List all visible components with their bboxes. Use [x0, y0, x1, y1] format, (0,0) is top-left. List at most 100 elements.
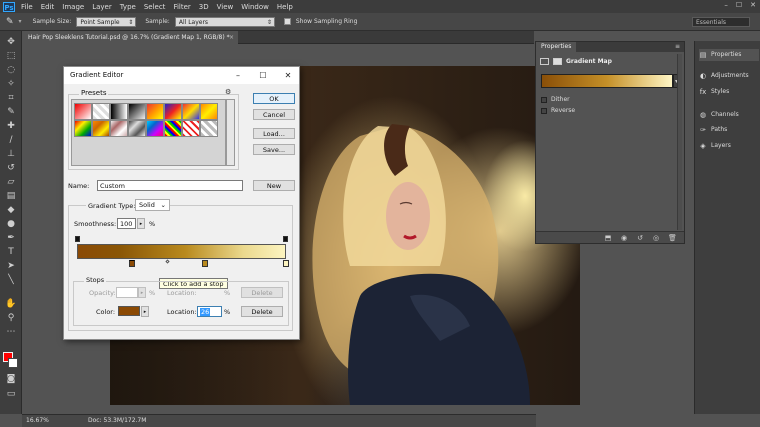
maximize-button[interactable]: ☐ [736, 1, 742, 9]
preset-swatch[interactable] [164, 120, 182, 137]
dither-option[interactable]: Dither [541, 96, 570, 103]
location-input[interactable]: 26 [197, 306, 222, 317]
preset-swatch[interactable] [146, 120, 164, 137]
presets-gear-icon[interactable]: ⚙ [225, 88, 231, 96]
menu-help[interactable]: Help [277, 3, 293, 11]
hand-tool-icon[interactable]: ✋ [5, 299, 17, 310]
screen-mode-icon[interactable]: ▭ [5, 389, 17, 400]
gradient-type-select[interactable]: Solid ⌄ [135, 199, 170, 211]
menu-image[interactable]: Image [62, 3, 84, 11]
reset-icon[interactable]: ↺ [636, 234, 644, 242]
new-button[interactable]: New [253, 180, 295, 191]
pen-tool-icon[interactable]: ✒ [5, 233, 17, 244]
preset-swatch[interactable] [110, 120, 128, 137]
move-tool-icon[interactable]: ✥ [5, 37, 17, 48]
more-tools-icon[interactable]: ⋯ [5, 327, 17, 338]
mask-icon[interactable] [553, 58, 562, 65]
marquee-tool-icon[interactable]: ⬚ [5, 51, 17, 62]
menu-type[interactable]: Type [120, 3, 136, 11]
quick-select-tool-icon[interactable]: ✧ [5, 79, 17, 90]
gradient-bar[interactable] [77, 244, 286, 259]
eyedropper-tool-icon[interactable]: ✎ [5, 107, 17, 118]
preset-swatch[interactable] [164, 103, 182, 120]
presets-scrollbar[interactable] [226, 99, 235, 166]
zoom-level[interactable]: 16.67% [26, 415, 49, 427]
delete-stop-button[interactable]: Delete [241, 306, 283, 317]
clip-to-layer-icon[interactable]: ⬒ [604, 234, 612, 242]
blur-tool-icon[interactable]: ◆ [5, 205, 17, 216]
menu-layer[interactable]: Layer [92, 3, 112, 11]
load-button[interactable]: Load... [253, 128, 295, 139]
zoom-tool-icon[interactable]: ⚲ [5, 313, 17, 324]
view-previous-icon[interactable]: ◉ [620, 234, 628, 242]
dock-styles[interactable]: fx Styles [699, 86, 759, 98]
tool-preset-arrow-icon[interactable]: ▾ [19, 18, 22, 25]
dock-channels[interactable]: ◍ Channels [699, 109, 759, 121]
visibility-icon[interactable]: ◎ [652, 234, 660, 242]
menu-edit[interactable]: Edit [41, 3, 55, 11]
show-sampling-ring-checkbox[interactable] [283, 18, 291, 25]
preset-swatch[interactable] [128, 103, 146, 120]
tab-properties[interactable]: Properties [536, 42, 577, 52]
preset-swatch[interactable] [92, 103, 110, 120]
sample-size-select[interactable]: Point Sample ⇕ [76, 16, 137, 27]
opacity-stop-left[interactable] [75, 236, 80, 242]
menu-window[interactable]: Window [241, 3, 269, 11]
properties-scrollbar[interactable] [677, 54, 682, 230]
dock-adjustments[interactable]: ◐ Adjustments [699, 70, 759, 82]
color-stop-selected[interactable] [129, 260, 135, 267]
healing-brush-tool-icon[interactable]: ✚ [5, 121, 17, 132]
eyedropper-icon[interactable]: ✎ [6, 17, 14, 27]
trash-icon[interactable]: 🗑 [668, 234, 677, 242]
panel-menu-icon[interactable]: ≡ [675, 43, 680, 50]
color-stop-end[interactable] [283, 260, 289, 267]
preset-swatch[interactable] [200, 120, 218, 137]
sample-select[interactable]: All Layers ⇕ [174, 16, 275, 27]
smoothness-input[interactable]: 100 [117, 218, 136, 229]
preset-swatch[interactable] [200, 103, 218, 120]
reverse-option[interactable]: Reverse [541, 107, 575, 114]
stop-color-swatch[interactable] [118, 306, 140, 316]
stop-color-menu-button[interactable]: ▸ [141, 306, 149, 317]
menu-view[interactable]: View [217, 3, 234, 11]
dodge-tool-icon[interactable]: ● [5, 219, 17, 230]
path-selection-tool-icon[interactable]: ➤ [5, 261, 17, 272]
type-tool-icon[interactable]: T [5, 247, 17, 258]
preset-swatch[interactable] [92, 120, 110, 137]
history-brush-tool-icon[interactable]: ↺ [5, 163, 17, 174]
line-tool-icon[interactable]: ╲ [5, 275, 17, 286]
smoothness-arrow-button[interactable]: ▸ [137, 218, 145, 229]
preset-swatch[interactable] [182, 120, 200, 137]
brush-tool-icon[interactable]: ∕ [5, 135, 17, 146]
gradient-map-preview[interactable] [541, 74, 673, 88]
reverse-checkbox[interactable] [541, 107, 547, 114]
preset-swatch[interactable] [74, 103, 92, 120]
preset-swatch[interactable] [146, 103, 164, 120]
menu-file[interactable]: File [21, 3, 33, 11]
preset-swatch[interactable] [110, 103, 128, 120]
preset-swatch[interactable] [128, 120, 146, 137]
gradient-tool-icon[interactable]: ▤ [5, 191, 17, 202]
eraser-tool-icon[interactable]: ▱ [5, 177, 17, 188]
dock-layers[interactable]: ◈ Layers [699, 140, 759, 152]
dither-checkbox[interactable] [541, 96, 547, 103]
crop-tool-icon[interactable]: ⌗ [5, 93, 17, 104]
menu-select[interactable]: Select [144, 3, 166, 11]
menu-filter[interactable]: Filter [173, 3, 190, 11]
quick-mask-icon[interactable]: ◙ [5, 374, 17, 385]
preset-swatch[interactable] [182, 103, 200, 120]
dialog-maximize-button[interactable]: ☐ [254, 67, 272, 84]
cancel-button[interactable]: Cancel [253, 109, 295, 120]
dialog-minimize-button[interactable]: – [229, 67, 247, 84]
save-button[interactable]: Save... [253, 144, 295, 155]
dock-paths[interactable]: ✑ Paths [699, 124, 759, 136]
dialog-close-button[interactable]: ✕ [279, 67, 297, 84]
ok-button[interactable]: OK [253, 93, 295, 104]
close-icon[interactable]: × [229, 31, 234, 44]
workspace-select[interactable]: Essentials [692, 17, 750, 27]
name-input[interactable]: Custom [97, 180, 243, 191]
color-stop[interactable] [202, 260, 208, 267]
dock-properties[interactable]: ▤ Properties [699, 49, 759, 61]
preset-swatch[interactable] [74, 120, 92, 137]
document-tab[interactable]: Hair Pop Sleeklens Tutorial.psd @ 16.7% … [22, 31, 238, 44]
